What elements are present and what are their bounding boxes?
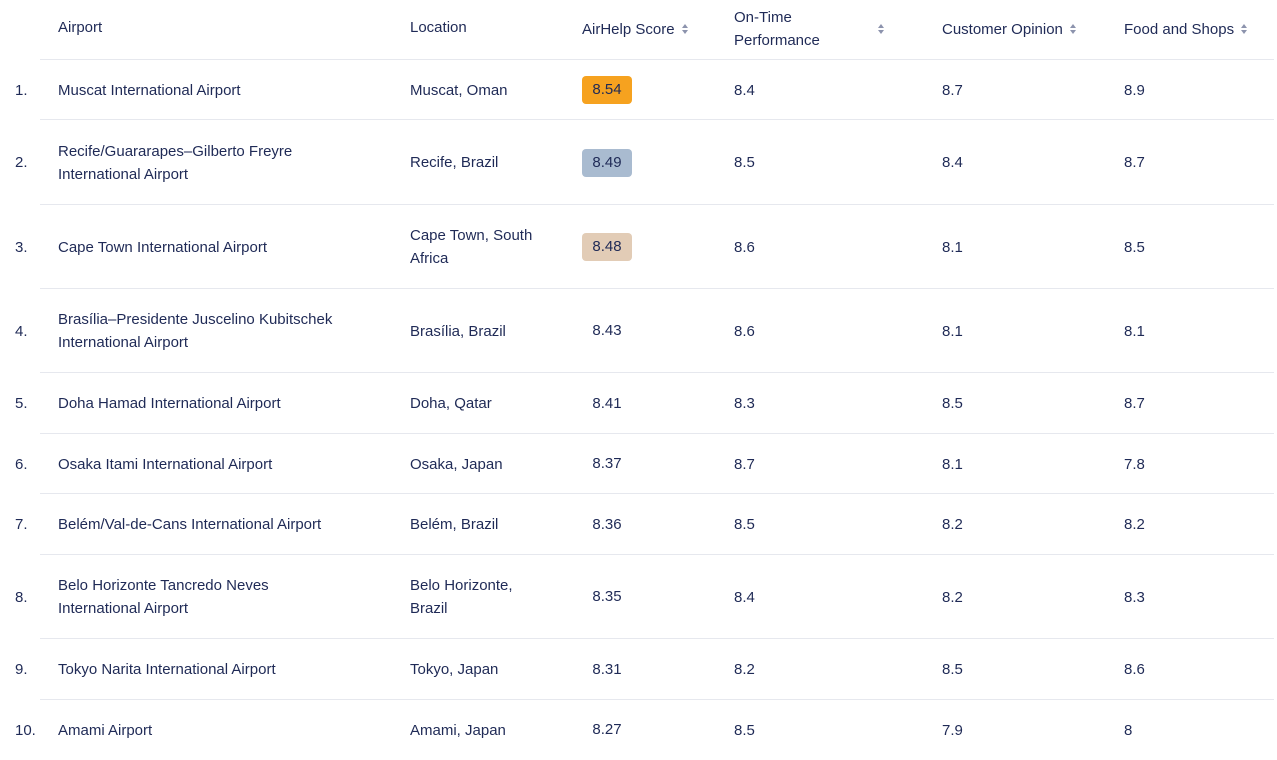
table-row: 10. Amami Airport Amami, Japan 8.27 8.5 …	[0, 700, 1277, 760]
food-shops-value: 7.8	[1124, 455, 1145, 473]
score-badge-bronze: 8.48	[582, 233, 632, 261]
location: Amami, Japan	[410, 721, 506, 739]
location: Doha, Qatar	[410, 395, 492, 412]
on-time-value: 8.3	[734, 395, 755, 412]
header-location: Location	[410, 18, 467, 36]
table-row: 5. Doha Hamad International Airport Doha…	[0, 373, 1277, 434]
customer-opinion-value: 8.2	[942, 588, 963, 606]
rank: 8.	[15, 588, 28, 606]
sort-icon	[878, 24, 884, 34]
airport-name: Osaka Itami International Airport	[58, 455, 273, 473]
airport-name: Tokyo Narita International Airport	[58, 661, 276, 678]
on-time-value: 8.7	[734, 455, 755, 473]
table-row: 9. Tokyo Narita International Airport To…	[0, 639, 1277, 700]
customer-opinion-value: 8.1	[942, 322, 963, 340]
sort-icon	[1069, 24, 1076, 34]
rank: 3.	[15, 238, 28, 256]
table-row: 3. Cape Town International Airport Cape …	[0, 205, 1277, 289]
customer-opinion-value: 8.5	[942, 661, 963, 678]
location: Muscat, Oman	[410, 81, 508, 99]
on-time-value: 8.4	[734, 81, 755, 99]
airport-name: Doha Hamad International Airport	[58, 395, 281, 412]
header-customer-opinion-sort-button[interactable]: Customer Opinion	[942, 0, 1092, 60]
food-shops-value: 8.5	[1124, 238, 1145, 256]
score-value: 8.35	[592, 588, 622, 605]
location: Osaka, Japan	[410, 455, 503, 473]
header-food-and-shops-sort-button[interactable]: Food and Shops	[1124, 0, 1274, 60]
customer-opinion-value: 8.5	[942, 395, 963, 412]
score-value: 8.36	[592, 515, 622, 533]
score-badge-silver: 8.49	[582, 148, 632, 177]
airport-name: Belém/Val-de-Cans International Airport	[58, 516, 322, 533]
location: Brasília, Brazil	[410, 322, 506, 340]
on-time-value: 8.5	[734, 154, 755, 171]
score-badge-gold: 8.54	[582, 76, 632, 104]
rank: 7.	[15, 516, 28, 533]
food-shops-value: 8.6	[1124, 661, 1145, 678]
on-time-value: 8.5	[734, 516, 755, 533]
table-row: 8. Belo Horizonte Tancredo Neves Interna…	[0, 555, 1277, 639]
food-shops-value: 8.3	[1124, 588, 1145, 606]
airport-name: Cape Town International Airport	[58, 238, 268, 256]
rank: 9.	[15, 661, 28, 678]
score-value: 8.27	[592, 721, 622, 738]
sort-icon	[1241, 24, 1248, 34]
header-on-time-sort-button[interactable]: On-Time Performance	[734, 0, 884, 60]
customer-opinion-value: 8.7	[942, 81, 963, 99]
rank: 1.	[15, 81, 28, 99]
rank: 2.	[15, 154, 28, 171]
food-shops-value: 8.9	[1124, 81, 1145, 99]
food-shops-value: 8.7	[1124, 395, 1145, 412]
rank: 10.	[15, 721, 36, 739]
airport-name: Recife/Guararapes–Gilberto Freyre Intern…	[58, 142, 293, 183]
customer-opinion-value: 8.4	[942, 154, 963, 171]
airport-name: Belo Horizonte Tancredo Neves Internatio…	[58, 577, 269, 617]
on-time-value: 8.4	[734, 588, 755, 606]
airport-name: Amami Airport	[58, 721, 153, 739]
score-value: 8.31	[592, 660, 622, 678]
airport-name: Muscat International Airport	[58, 81, 241, 99]
food-shops-value: 8.7	[1124, 154, 1145, 171]
location: Tokyo, Japan	[410, 661, 499, 678]
header-airhelp-score-sort-button[interactable]: AirHelp Score	[582, 0, 702, 60]
airport-ranking-table: Airport Location AirHelp Score On-Time P…	[0, 0, 1277, 760]
header-airport: Airport	[58, 18, 103, 36]
customer-opinion-value: 8.2	[942, 516, 963, 533]
sort-icon	[681, 24, 688, 34]
score-value: 8.37	[592, 455, 622, 472]
on-time-value: 8.5	[734, 721, 755, 739]
rank: 4.	[15, 322, 28, 340]
rank: 6.	[15, 455, 28, 473]
location: Cape Town, South Africa	[410, 227, 533, 267]
table-header: Airport Location AirHelp Score On-Time P…	[0, 0, 1277, 60]
table-row: 1. Muscat International Airport Muscat, …	[0, 60, 1277, 120]
table-row: 4. Brasília–Presidente Juscelino Kubitsc…	[0, 289, 1277, 373]
customer-opinion-value: 8.1	[942, 238, 963, 256]
score-value: 8.41	[592, 394, 622, 412]
location: Belém, Brazil	[410, 516, 499, 533]
customer-opinion-value: 7.9	[942, 721, 963, 739]
table-row: 7. Belém/Val-de-Cans International Airpo…	[0, 494, 1277, 555]
on-time-value: 8.6	[734, 238, 755, 256]
food-shops-value: 8	[1124, 721, 1133, 739]
airport-name: Brasília–Presidente Juscelino Kubitschek…	[58, 311, 333, 351]
customer-opinion-value: 8.1	[942, 455, 963, 473]
rank: 5.	[15, 395, 28, 412]
table-row: 2. Recife/Guararapes–Gilberto Freyre Int…	[0, 120, 1277, 205]
table-row: 6. Osaka Itami International Airport Osa…	[0, 434, 1277, 494]
food-shops-value: 8.1	[1124, 322, 1145, 340]
location: Belo Horizonte, Brazil	[410, 577, 513, 617]
score-value: 8.43	[592, 322, 622, 339]
food-shops-value: 8.2	[1124, 516, 1145, 533]
location: Recife, Brazil	[410, 154, 499, 171]
on-time-value: 8.6	[734, 322, 755, 340]
on-time-value: 8.2	[734, 661, 755, 678]
